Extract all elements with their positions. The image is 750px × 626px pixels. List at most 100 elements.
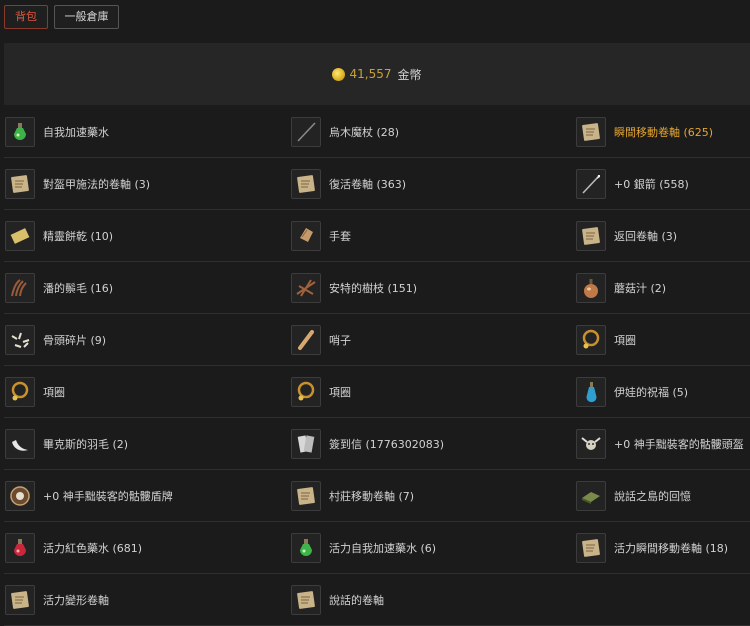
inventory-row: 潘的鬃毛 (16) 安特的樹枝 (151) 蘑菇汁 (2)	[4, 262, 750, 314]
inventory-item[interactable]: 項圈	[4, 366, 65, 417]
inventory-item-label: 活力紅色藥水 (681)	[43, 541, 143, 555]
inventory-item[interactable]: 簽到信 (1776302083)	[290, 418, 444, 469]
scroll-icon	[5, 584, 35, 615]
green-potion-icon	[5, 116, 35, 147]
inventory-item[interactable]: 烏木魔杖 (28)	[290, 106, 399, 157]
scroll-icon	[291, 168, 321, 199]
inventory-item-label: 瞬間移動卷軸 (625)	[614, 125, 714, 139]
inventory-item-label: 活力變形卷軸	[43, 593, 109, 607]
gold-amount: 41,557	[349, 67, 392, 81]
ebony-wand-icon	[291, 116, 321, 147]
inventory-item[interactable]: 畢克斯的羽毛 (2)	[4, 418, 128, 469]
inventory-item[interactable]: 說話之島的回憶	[575, 470, 691, 521]
inventory-row: 項圈 項圈 伊娃的祝福 (5)	[4, 366, 750, 418]
inventory-item[interactable]: 活力自我加速藥水 (6)	[290, 522, 436, 573]
inventory-item-label: 對盔甲施法的卷軸 (3)	[43, 177, 151, 191]
inventory-item-label: 骨頭碎片 (9)	[43, 333, 107, 347]
inventory-item[interactable]: 活力瞬間移動卷軸 (18)	[575, 522, 728, 573]
inventory-row: 畢克斯的羽毛 (2) 簽到信 (1776302083) +0 神手黜裝客的骷髏頭盔	[4, 418, 750, 470]
scroll-icon	[5, 168, 35, 199]
skull-shield-icon	[5, 480, 35, 511]
inventory-row: +0 神手黜裝客的骷髏盾牌 村莊移動卷軸 (7) 說話之島的回憶	[4, 470, 750, 522]
inventory-item-label: +0 神手黜裝客的骷髏盾牌	[43, 489, 173, 503]
inventory-item-label: 活力瞬間移動卷軸 (18)	[614, 541, 729, 555]
inventory-item[interactable]: 瞬間移動卷軸 (625)	[575, 106, 713, 157]
gold-unit-label: 金幣	[397, 67, 422, 82]
inventory-item-label: 簽到信 (1776302083)	[329, 437, 445, 451]
inventory-item-label: 烏木魔杖 (28)	[329, 125, 400, 139]
mane-icon	[5, 272, 35, 303]
inventory-item-label: 畢克斯的羽毛 (2)	[43, 437, 129, 451]
inventory-item[interactable]: 活力紅色藥水 (681)	[4, 522, 142, 573]
inventory-item-label: 說話的卷軸	[329, 593, 384, 607]
inventory-row: 活力紅色藥水 (681) 活力自我加速藥水 (6) 活力瞬間移動卷軸 (18)	[4, 522, 750, 574]
inventory-item[interactable]: 復活卷軸 (363)	[290, 158, 406, 209]
inventory-item-label: 項圈	[614, 333, 636, 347]
bone-fragments-icon	[5, 324, 35, 355]
memory-book-icon	[576, 480, 606, 511]
red-potion-icon	[5, 532, 35, 563]
scroll-icon	[576, 116, 606, 147]
inventory-item-label: 復活卷軸 (363)	[329, 177, 407, 191]
feather-icon	[5, 428, 35, 459]
inventory-item-label: 說話之島的回憶	[614, 489, 691, 503]
inventory-item-label: +0 神手黜裝客的骷髏頭盔	[614, 437, 744, 451]
inventory-item-label: 手套	[329, 229, 351, 243]
gloves-icon	[291, 220, 321, 251]
collar-icon	[576, 324, 606, 355]
inventory-row: 對盔甲施法的卷軸 (3) 復活卷軸 (363) +0 銀箭 (558)	[4, 158, 750, 210]
inventory-item-label: 潘的鬃毛 (16)	[43, 281, 114, 295]
inventory-row: 骨頭碎片 (9) 哨子 項圈	[4, 314, 750, 366]
inventory-item[interactable]: 自我加速藥水	[4, 106, 109, 157]
inventory-item-label: 伊娃的祝福 (5)	[614, 385, 689, 399]
inventory-item-label: +0 銀箭 (558)	[614, 177, 689, 191]
inventory-row: 活力變形卷軸 說話的卷軸	[4, 574, 750, 626]
inventory-item-label: 項圈	[43, 385, 65, 399]
inventory-item[interactable]: +0 神手黜裝客的骷髏盾牌	[4, 470, 173, 521]
scroll-icon	[576, 220, 606, 251]
collar-icon	[291, 376, 321, 407]
inventory-item[interactable]: 精靈餅乾 (10)	[4, 210, 113, 261]
inventory-item[interactable]: +0 銀箭 (558)	[575, 158, 689, 209]
inventory-item[interactable]: 說話的卷軸	[290, 574, 384, 625]
scroll-icon	[291, 480, 321, 511]
inventory-item-label: 安特的樹枝 (151)	[329, 281, 418, 295]
inventory-item[interactable]: 安特的樹枝 (151)	[290, 262, 417, 313]
inventory-row: 精靈餅乾 (10) 手套 返回卷軸 (3)	[4, 210, 750, 262]
inventory-item[interactable]: 村莊移動卷軸 (7)	[290, 470, 414, 521]
tab-backpack[interactable]: 背包	[4, 5, 48, 29]
inventory-item-label: 村莊移動卷軸 (7)	[329, 489, 415, 503]
inventory-item[interactable]: 蘑菇汁 (2)	[575, 262, 666, 313]
inventory-row: 自我加速藥水 烏木魔杖 (28) 瞬間移動卷軸 (625)	[4, 106, 750, 158]
collar-icon	[5, 376, 35, 407]
mushroom-juice-icon	[576, 272, 606, 303]
inventory-item-label: 哨子	[329, 333, 351, 347]
gold-summary: 41,557 金幣	[4, 43, 750, 105]
blue-potion-icon	[576, 376, 606, 407]
inventory-item[interactable]: 骨頭碎片 (9)	[4, 314, 106, 365]
branch-icon	[291, 272, 321, 303]
inventory-item[interactable]: 返回卷軸 (3)	[575, 210, 677, 261]
inventory-item[interactable]: 項圈	[290, 366, 351, 417]
inventory-grid: 自我加速藥水 烏木魔杖 (28) 瞬間移動卷軸 (625) 對盔甲施法的卷軸 (3) 復…	[4, 106, 750, 626]
tab-general-warehouse[interactable]: 一般倉庫	[54, 5, 119, 29]
scroll-icon	[291, 584, 321, 615]
inventory-item-label: 返回卷軸 (3)	[614, 229, 678, 243]
skull-helmet-icon	[576, 428, 606, 459]
inventory-item[interactable]: 活力變形卷軸	[4, 574, 109, 625]
scroll-icon	[576, 532, 606, 563]
inventory-item[interactable]: 項圈	[575, 314, 636, 365]
inventory-item[interactable]: 伊娃的祝福 (5)	[575, 366, 688, 417]
inventory-item[interactable]: 哨子	[290, 314, 351, 365]
whistle-icon	[291, 324, 321, 355]
inventory-item[interactable]: +0 神手黜裝客的骷髏頭盔	[575, 418, 744, 469]
gold-coin-icon	[332, 68, 346, 81]
inventory-item[interactable]: 對盔甲施法的卷軸 (3)	[4, 158, 150, 209]
elven-wafer-icon	[5, 220, 35, 251]
green-potion-icon	[291, 532, 321, 563]
silver-arrow-icon	[576, 168, 606, 199]
inventory-item-label: 精靈餅乾 (10)	[43, 229, 114, 243]
inventory-item[interactable]: 手套	[290, 210, 351, 261]
inventory-item[interactable]: 潘的鬃毛 (16)	[4, 262, 113, 313]
inventory-item-label: 活力自我加速藥水 (6)	[329, 541, 437, 555]
